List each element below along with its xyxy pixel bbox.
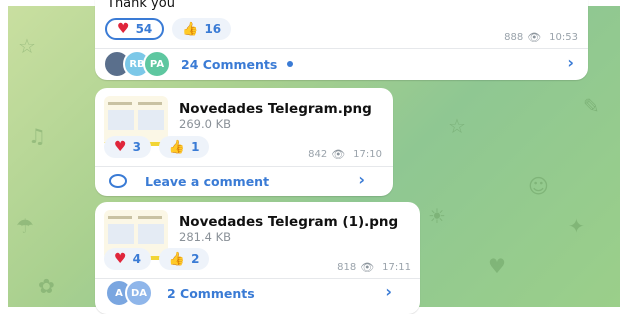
message-time: 17:11 <box>382 262 411 273</box>
reactions-row: ♥ 4 👍 2 <box>104 248 210 270</box>
heart-icon: ♥ <box>117 21 130 37</box>
comments-label: 24 Comments <box>181 56 278 72</box>
reaction-count: 16 <box>204 22 222 36</box>
message-meta: 888 👁 10:53 <box>504 31 578 44</box>
message-meta: 842 👁 17:10 <box>308 148 382 161</box>
avatar: PA <box>143 50 171 78</box>
comments-button[interactable]: RB PA 24 Comments › <box>95 50 588 78</box>
commenter-avatars: A DA <box>105 279 153 307</box>
message-time: 10:53 <box>549 32 578 43</box>
file-name[interactable]: Novedades Telegram (1).png <box>179 214 398 230</box>
view-count: 888 <box>504 32 524 43</box>
eye-icon: 👁 <box>331 148 346 161</box>
doodle-icon: ☂ <box>16 214 34 238</box>
reaction-thumbs-up[interactable]: 👍 2 <box>158 248 210 270</box>
divider <box>95 166 393 167</box>
heart-icon: ♥ <box>114 251 127 267</box>
eye-icon: 👁 <box>527 31 542 44</box>
avatar: DA <box>125 279 153 307</box>
unread-dot <box>287 61 294 67</box>
doodle-icon: ✦ <box>568 214 585 238</box>
thumbs-up-icon: 👍 <box>182 21 199 37</box>
reactions-row: ♥ 54 👍 16 <box>105 18 232 40</box>
reaction-count: 3 <box>132 140 141 154</box>
message-time: 17:10 <box>353 149 382 160</box>
reaction-heart[interactable]: ♥ 54 <box>105 18 165 40</box>
reaction-count: 1 <box>191 140 200 154</box>
chevron-right-icon: › <box>358 170 365 189</box>
reaction-count: 2 <box>191 252 200 266</box>
reaction-heart[interactable]: ♥ 3 <box>104 136 151 158</box>
divider <box>95 48 588 49</box>
reaction-count: 4 <box>132 252 141 266</box>
comments-label: Leave a comment <box>145 173 270 189</box>
file-size: 269.0 KB <box>179 117 232 131</box>
commenter-avatars: RB PA <box>103 50 171 78</box>
reactions-row: ♥ 3 👍 1 <box>104 136 210 158</box>
message-caption: Thank you <box>107 0 175 11</box>
doodle-icon: ☆ <box>448 114 466 138</box>
chevron-right-icon: › <box>567 53 574 72</box>
comment-bubble-icon <box>109 174 127 188</box>
view-count: 818 <box>337 262 357 273</box>
doodle-icon: ☆ <box>18 34 36 58</box>
thumbs-up-icon: 👍 <box>168 251 186 267</box>
file-size: 281.4 KB <box>179 230 232 244</box>
eye-icon: 👁 <box>360 261 375 274</box>
file-name[interactable]: Novedades Telegram.png <box>179 101 372 117</box>
doodle-icon: ♥ <box>488 254 506 278</box>
chevron-right-icon: › <box>385 282 392 301</box>
reaction-thumbs-up[interactable]: 👍 16 <box>172 18 232 40</box>
comments-button[interactable]: A DA 2 Comments › <box>95 279 420 307</box>
thumbs-up-icon: 👍 <box>168 139 186 155</box>
heart-icon: ♥ <box>114 139 127 155</box>
view-count: 842 <box>308 149 328 160</box>
message-bubble[interactable]: Novedades Telegram.png 269.0 KB ♥ 3 👍 1 … <box>95 88 393 196</box>
reaction-heart[interactable]: ♥ 4 <box>104 248 151 270</box>
message-meta: 818 👁 17:11 <box>337 261 411 274</box>
doodle-icon: ☺ <box>528 174 549 198</box>
doodle-icon: ♫ <box>28 124 46 148</box>
doodle-icon: ✿ <box>38 274 55 298</box>
reaction-count: 54 <box>135 22 153 36</box>
doodle-icon: ✎ <box>583 94 600 118</box>
doodle-icon: ☀ <box>428 204 446 228</box>
message-bubble[interactable]: Thank you ♥ 54 👍 16 888 👁 10:53 RB PA 24… <box>95 0 588 80</box>
leave-comment-button[interactable]: Leave a comment › <box>95 168 393 194</box>
message-bubble[interactable]: Novedades Telegram (1).png 281.4 KB ♥ 4 … <box>95 202 420 314</box>
reaction-thumbs-up[interactable]: 👍 1 <box>158 136 210 158</box>
comments-label: 2 Comments <box>167 285 255 301</box>
